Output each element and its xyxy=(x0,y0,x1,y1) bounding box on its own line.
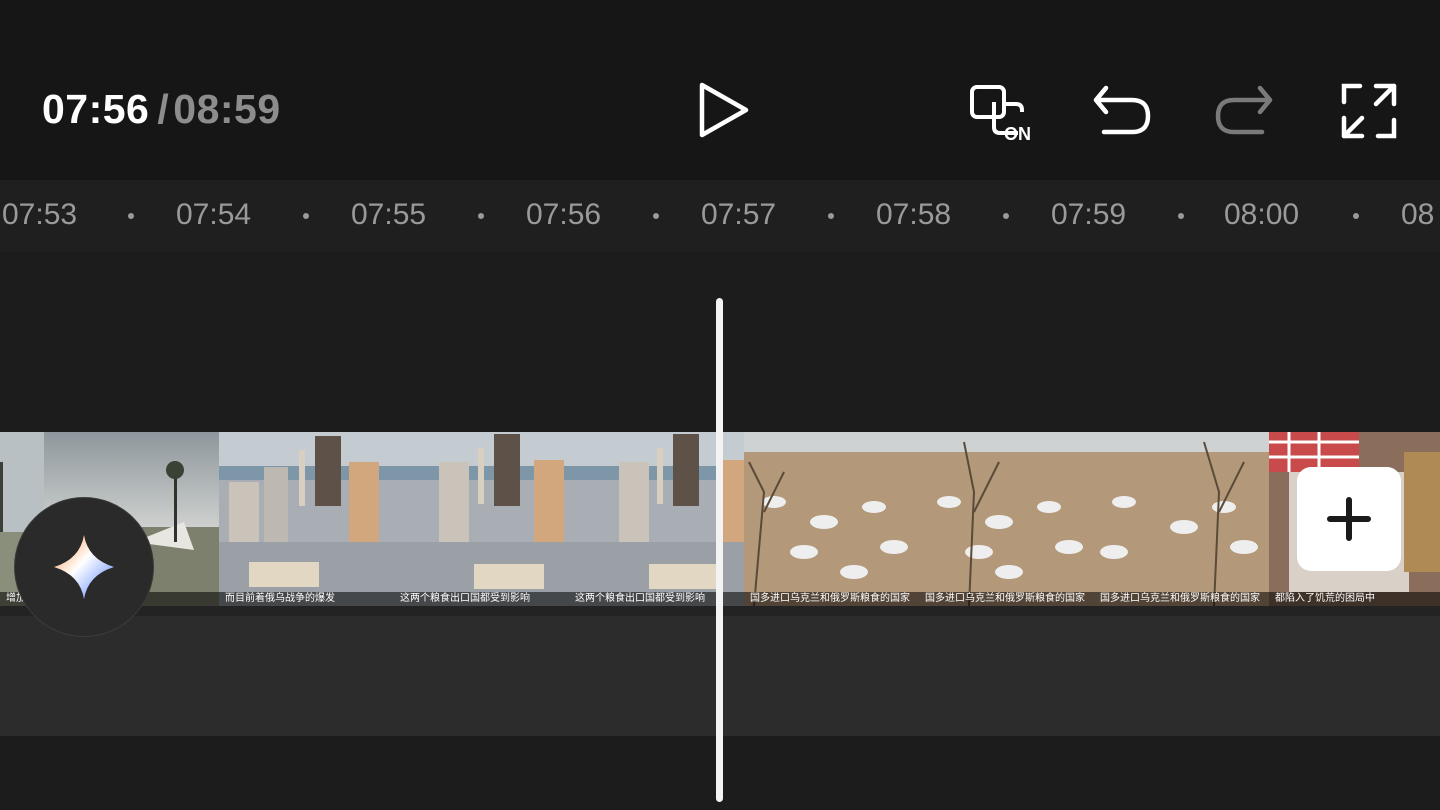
ruler-dot xyxy=(1178,213,1184,219)
ruler-label: 08:00 xyxy=(1224,198,1300,231)
fullscreen-icon xyxy=(1341,83,1397,139)
ruler-dot xyxy=(478,213,484,219)
play-button[interactable] xyxy=(694,80,754,140)
plus-icon xyxy=(1327,497,1371,541)
toggle-label: ON xyxy=(1004,124,1031,144)
ruler-label: 07:56 xyxy=(526,198,602,231)
ruler-label: 07:58 xyxy=(876,198,952,231)
camp-thumbnail-image xyxy=(919,432,1094,606)
clip-thumbnail[interactable]: 国多进口乌克兰和俄罗斯粮食的国家 xyxy=(744,432,919,606)
playhead[interactable] xyxy=(716,298,723,802)
total-time: 08:59 xyxy=(173,86,281,132)
mirror-on-icon: ON xyxy=(970,85,1031,144)
play-icon xyxy=(699,82,749,138)
clip-thumbnail[interactable]: 国多进口乌克兰和俄罗斯粮食的国家 xyxy=(1094,432,1269,606)
ruler-label: 07:54 xyxy=(176,198,252,231)
ruler-label: 07:55 xyxy=(351,198,427,231)
camp-thumbnail-image xyxy=(744,432,919,606)
time-ruler[interactable]: 07:53 07:54 07:55 07:56 07:57 07:58 07:5… xyxy=(0,180,1440,252)
current-time: 07:56 xyxy=(42,86,150,132)
ai-magic-button[interactable] xyxy=(14,497,154,637)
city-thumbnail-image xyxy=(394,432,569,606)
clip-caption: 而目前着俄乌战争的爆发 xyxy=(219,592,394,606)
ruler-dot xyxy=(1003,213,1009,219)
ruler-dot xyxy=(1353,213,1359,219)
sparkle-icon xyxy=(54,535,114,599)
ruler-dot xyxy=(653,213,659,219)
clip-thumbnail[interactable]: 国多进口乌克兰和俄罗斯粮食的国家 xyxy=(919,432,1094,606)
clip-caption: 国多进口乌克兰和俄罗斯粮食的国家 xyxy=(919,592,1094,606)
clip-caption: 国多进口乌克兰和俄罗斯粮食的国家 xyxy=(1094,592,1269,606)
mirror-toggle-button[interactable]: ON xyxy=(968,82,1038,144)
clip-caption: 这两个粮食出口国都受到影响 xyxy=(394,592,569,606)
redo-button[interactable] xyxy=(1212,80,1276,140)
ruler-dot xyxy=(128,213,134,219)
clip-caption: 国多进口乌克兰和俄罗斯粮食的国家 xyxy=(744,592,919,606)
time-display: 07:56/08:59 xyxy=(42,86,281,133)
clip-caption: 都陷入了饥荒的困局中 xyxy=(1269,592,1440,606)
ruler-dot xyxy=(828,213,834,219)
undo-button[interactable] xyxy=(1090,80,1154,140)
redo-icon xyxy=(1215,85,1273,135)
top-toolbar: 07:56/08:59 ON xyxy=(0,0,1440,180)
camp-thumbnail-image xyxy=(1094,432,1269,606)
ruler-label: 08 xyxy=(1401,198,1435,231)
fullscreen-button[interactable] xyxy=(1340,82,1398,140)
add-clip-button[interactable] xyxy=(1297,467,1401,571)
city-thumbnail-image xyxy=(219,432,394,606)
time-separator: / xyxy=(157,86,170,132)
ruler-label: 07:53 xyxy=(2,198,78,231)
undo-icon xyxy=(1093,85,1151,135)
ruler-label: 07:59 xyxy=(1051,198,1127,231)
ruler-label: 07:57 xyxy=(701,198,777,231)
clip-thumbnail[interactable]: 这两个粮食出口国都受到影响 xyxy=(394,432,569,606)
ruler-dot xyxy=(303,213,309,219)
clip-thumbnail[interactable]: 而目前着俄乌战争的爆发 xyxy=(219,432,394,606)
